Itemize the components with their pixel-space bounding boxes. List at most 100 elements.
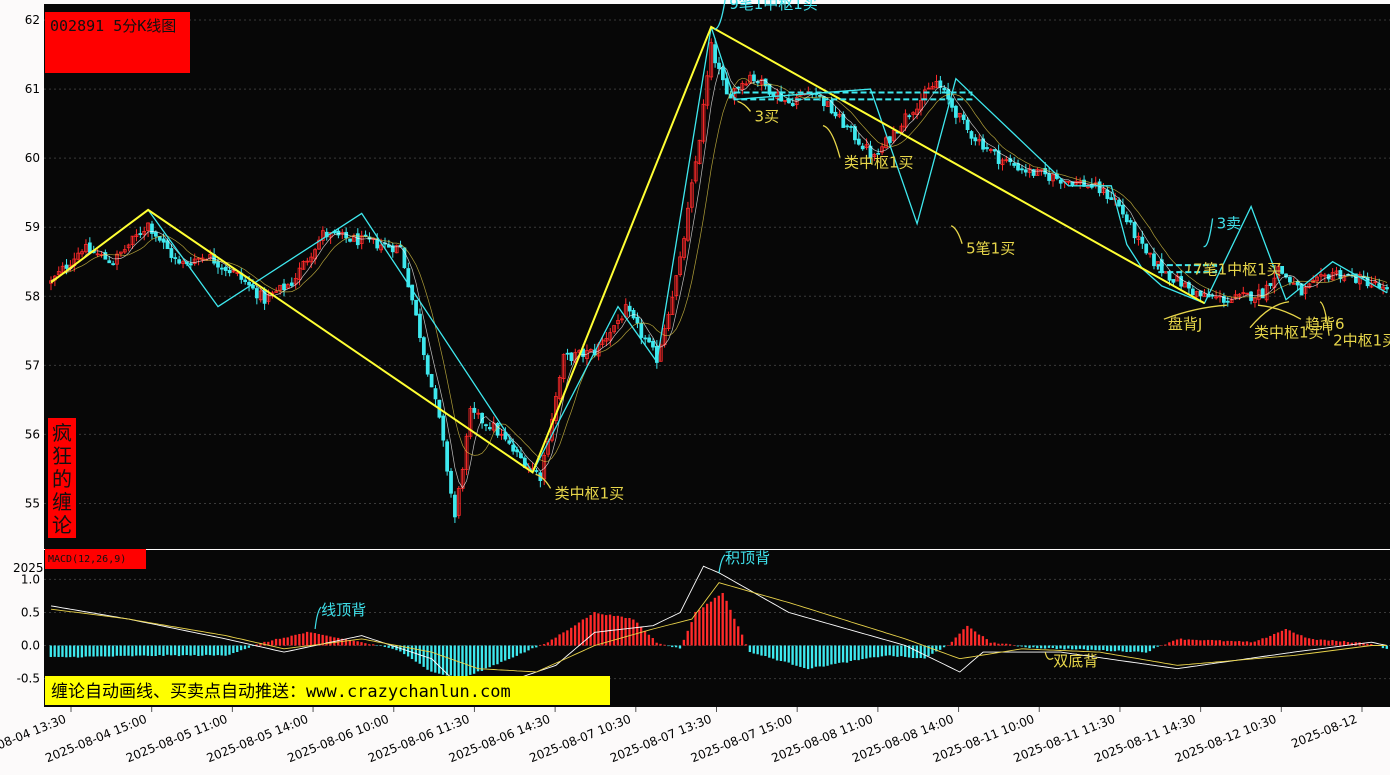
macd-bar — [849, 645, 853, 661]
macd-bar — [612, 616, 616, 646]
macd-bar — [104, 645, 107, 657]
macd-bar — [92, 645, 95, 657]
macd-bar — [177, 645, 181, 657]
candle-body — [64, 264, 69, 269]
macd-bar — [286, 637, 289, 646]
macd-bar — [570, 627, 573, 646]
macd-bar — [387, 645, 390, 648]
macd-bar — [1098, 645, 1101, 651]
macd-bar — [1113, 645, 1117, 652]
macd-bar — [639, 626, 643, 646]
macd-bar — [896, 645, 899, 657]
candle-body — [355, 233, 360, 246]
candle-body — [1152, 253, 1156, 267]
macd-bar — [142, 645, 146, 656]
candle-body — [107, 260, 112, 264]
candle-body — [511, 444, 516, 452]
macd-bar — [1024, 645, 1027, 648]
macd-overlay-text: 2025 — [13, 561, 44, 575]
macd-bar — [1144, 645, 1148, 653]
macd-bar — [185, 645, 188, 656]
price-tick-label: 57 — [25, 358, 40, 372]
macd-bar — [709, 601, 713, 646]
macd-bar — [1051, 645, 1054, 649]
macd-bar — [201, 645, 204, 656]
candle-body — [841, 114, 846, 128]
macd-bar — [1249, 642, 1253, 646]
macd-bar — [845, 645, 849, 663]
macd-bar — [775, 645, 779, 661]
macd-bar — [100, 645, 103, 657]
macd-bar — [768, 645, 771, 658]
macd-bar — [1273, 633, 1276, 646]
macd-bar — [181, 645, 185, 656]
macd-bar — [329, 636, 332, 646]
macd-bar — [737, 626, 740, 646]
candle-body — [992, 149, 997, 152]
macd-bar — [239, 645, 243, 651]
candle-body — [569, 352, 574, 361]
candle-body — [736, 86, 741, 89]
macd-bar — [632, 619, 635, 646]
signal-label: 类中枢1买 — [1254, 324, 1324, 342]
macd-bar — [950, 641, 953, 646]
macd-bar — [519, 645, 522, 654]
macd-bar — [616, 615, 619, 646]
macd-bar — [725, 600, 728, 646]
candle-body — [969, 131, 974, 139]
candle-body — [639, 323, 644, 338]
candle-body — [1288, 276, 1292, 283]
candle-body — [961, 114, 966, 121]
macd-bar — [309, 632, 313, 646]
macd-bar — [445, 645, 449, 676]
candle-body — [472, 407, 477, 413]
macd-bar — [515, 645, 519, 656]
macd-bar — [1327, 640, 1330, 646]
macd-bar — [1129, 645, 1132, 652]
candle-body — [223, 266, 228, 271]
footer-banner: 缠论自动画线、买卖点自动推送：www.crazychanlun.com — [45, 676, 610, 705]
macd-bar — [698, 609, 701, 646]
macd-bar — [818, 645, 821, 667]
macd-bar — [1148, 645, 1152, 652]
candle-body — [790, 103, 795, 106]
macd-bar — [472, 645, 476, 674]
candle-body — [138, 233, 143, 235]
macd-bar — [123, 645, 126, 656]
macd-bar — [989, 642, 992, 646]
macd-bar — [678, 645, 682, 649]
macd-bar — [232, 645, 235, 654]
macd-bar — [721, 592, 724, 646]
macd-bar — [841, 645, 845, 663]
macd-bar — [1063, 645, 1066, 650]
candle-body — [169, 248, 174, 258]
macd-bar — [554, 637, 557, 646]
macd-bar — [305, 631, 309, 646]
price-tick-label: 61 — [25, 82, 40, 96]
macd-bar — [1323, 639, 1326, 646]
macd-bar — [189, 645, 192, 656]
macd-bar — [271, 640, 274, 646]
candle-body — [433, 388, 438, 400]
macd-bar — [647, 634, 651, 646]
macd-annotation-label: 线顶背 — [321, 601, 366, 619]
macd-bar — [383, 645, 386, 647]
macd-tick-label: 0.5 — [21, 605, 40, 619]
macd-bar — [476, 645, 480, 672]
macd-bar — [1296, 634, 1299, 646]
candle-body — [721, 67, 725, 81]
macd-bar — [1106, 645, 1109, 652]
macd-bar — [162, 645, 165, 656]
macd-bar — [1109, 645, 1113, 652]
candle-body — [177, 259, 182, 264]
macd-tick-label: 0.0 — [21, 639, 40, 653]
signal-label: 3买 — [755, 107, 780, 125]
macd-bar — [438, 645, 441, 674]
macd-bar — [814, 645, 818, 667]
candle-body — [1132, 221, 1137, 239]
macd-bar — [674, 645, 678, 648]
brand-label-box: 疯狂的缠论 — [48, 418, 76, 538]
candle-body — [627, 305, 632, 312]
candle-body — [1117, 199, 1121, 207]
macd-bar — [1059, 645, 1062, 649]
